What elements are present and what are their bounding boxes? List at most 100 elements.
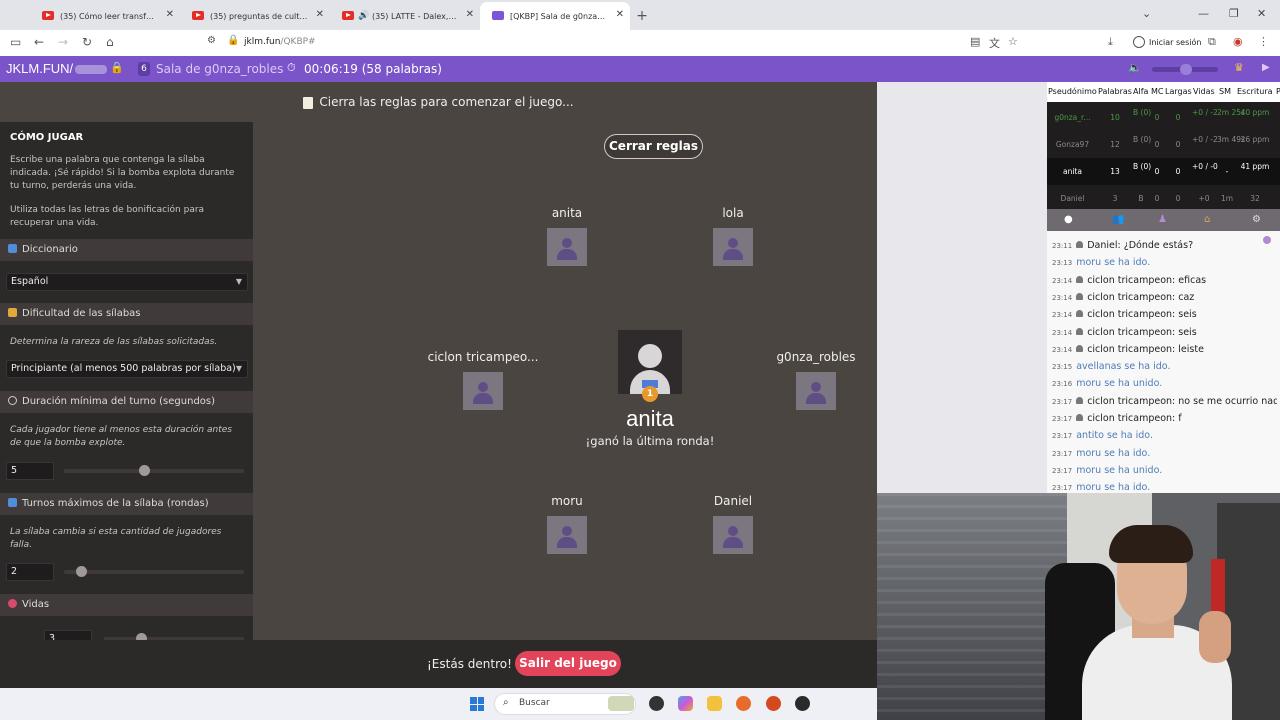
player-slot: Daniel — [673, 494, 793, 554]
stats-cell-escritura: 40 ppm — [1240, 108, 1270, 117]
obs-icon[interactable] — [795, 696, 810, 711]
difficulty-select[interactable]: Principiante (al menos 500 palabras por … — [6, 360, 248, 378]
lives-input[interactable]: 3 — [44, 630, 92, 640]
chat-text: moru se ha ido. — [1076, 447, 1151, 459]
settings-icon[interactable]: ⚙ — [1252, 214, 1261, 225]
chat-time: 23:17 — [1052, 484, 1073, 493]
browser-tab-3[interactable]: 🔊 (35) LATTE - Dalex, Lenny Ta ✕ — [330, 2, 480, 30]
forward-icon[interactable]: → — [58, 35, 68, 49]
stats-cell-sm: 2m 25s — [1217, 108, 1245, 117]
home-icon[interactable]: ⌂ — [106, 35, 114, 49]
chat-time: 23:17 — [1052, 432, 1073, 441]
download-icon[interactable]: ⤓ — [1108, 35, 1113, 49]
players-icon[interactable]: 👥 — [1112, 214, 1124, 225]
stats-row: anita 13 B (0) 0 0 +0 / -0-41 ppm — [1047, 158, 1280, 185]
room-title: Sala de g0nza_robles — [156, 62, 284, 76]
search-highlight-icon — [608, 696, 634, 711]
youtube-icon — [42, 11, 54, 20]
turns-input[interactable]: 2 — [6, 563, 54, 581]
difficulty-section-header: Dificultad de las sílabas — [0, 303, 253, 325]
windows-start-icon[interactable] — [470, 697, 484, 711]
chat-username[interactable]: ciclon tricampeon — [1087, 309, 1172, 320]
browser-tab-2[interactable]: (35) preguntas de cultura y min ✕ — [180, 2, 330, 30]
chat-message: 23:14 ciclon tricampeon: caz — [1052, 292, 1277, 303]
translate-icon[interactable]: 文 — [989, 35, 1000, 51]
sidebar-toggle-icon[interactable]: ▭ — [10, 35, 21, 49]
trophy-icon[interactable]: ♟ — [1158, 214, 1167, 225]
dictionary-select[interactable]: Español ▼ — [6, 273, 248, 291]
site-info-icon[interactable]: ⚙ — [207, 35, 216, 46]
close-window-icon[interactable]: ✕ — [1257, 7, 1266, 20]
player-name: anita — [551, 206, 583, 220]
close-icon[interactable]: ✕ — [316, 9, 324, 20]
stats-cell-largas: 0 — [1175, 140, 1181, 149]
leave-game-button[interactable]: Salir del juego — [515, 651, 621, 676]
column-header: Vidas — [1193, 87, 1215, 96]
address-text[interactable]: jklm.fun/QKBP# — [244, 37, 316, 47]
volume-icon[interactable]: 🔈 — [1128, 61, 1142, 74]
chat-username[interactable]: Daniel — [1087, 240, 1117, 251]
speaker-icon[interactable]: 🔊 — [358, 11, 369, 21]
reader-view-icon[interactable]: ▤ — [970, 35, 980, 48]
new-tab-button[interactable]: + — [630, 2, 654, 30]
stats-cell-alfa: B — [1138, 194, 1144, 203]
close-icon[interactable]: ✕ — [616, 9, 624, 20]
duration-input[interactable]: 5 — [6, 462, 54, 480]
back-icon[interactable]: ← — [34, 35, 44, 49]
minimize-icon[interactable]: — — [1198, 7, 1209, 20]
chat-username[interactable]: ciclon tricampeon — [1087, 275, 1172, 286]
chat-icon[interactable]: ● — [1064, 214, 1073, 225]
chat-time: 23:17 — [1052, 466, 1073, 475]
chat-time: 23:14 — [1052, 276, 1073, 285]
extension-badge-icon[interactable]: ◉ — [1233, 35, 1243, 48]
copilot-icon[interactable] — [678, 696, 693, 711]
player-name: ciclon tricampeo... — [427, 350, 539, 364]
slider-thumb[interactable] — [76, 566, 87, 577]
firefox-icon[interactable] — [736, 696, 751, 711]
section-label: Duración mínima del turno (segundos) — [22, 396, 216, 407]
chat-message: 23:13 moru se ha ido. — [1052, 257, 1277, 268]
chat-message: 23:16 moru se ha unido. — [1052, 378, 1277, 389]
address-bar[interactable] — [200, 33, 1030, 53]
chat-username[interactable]: ciclon tricampeon — [1087, 327, 1172, 338]
stopwatch-icon: ⏱ — [287, 61, 296, 74]
toggle-sidebar-icon[interactable]: ▶ — [1262, 62, 1270, 73]
duration-slider[interactable] — [64, 465, 244, 476]
stats-header-row: Pseudónimo Palabras Alfa MC Largas Vidas… — [1047, 82, 1280, 102]
turns-slider[interactable] — [64, 566, 244, 577]
crown-icon[interactable]: ♛ — [1234, 61, 1244, 74]
chat-time: 23:14 — [1052, 345, 1073, 354]
slider-thumb[interactable] — [136, 633, 147, 640]
rules-panel: CÓMO JUGAR Escribe una palabra que conte… — [0, 122, 253, 640]
browser-icon[interactable] — [766, 696, 781, 711]
menu-dots-icon[interactable]: ⋮ — [1258, 35, 1269, 48]
extensions-icon[interactable]: ⧉ — [1208, 35, 1216, 49]
close-icon[interactable]: ✕ — [466, 9, 474, 20]
close-icon[interactable]: ✕ — [166, 9, 174, 20]
chat-username[interactable]: ciclon tricampeon — [1087, 396, 1172, 407]
file-explorer-icon[interactable] — [707, 696, 722, 711]
house-icon[interactable]: ⌂ — [1204, 214, 1210, 225]
copilot-app-icon[interactable] — [649, 696, 664, 711]
slider-thumb[interactable] — [139, 465, 150, 476]
volume-slider-thumb[interactable] — [1180, 64, 1192, 75]
chat-time: 23:16 — [1052, 380, 1073, 389]
youtube-icon — [342, 11, 354, 20]
favorite-star-icon[interactable]: ☆ — [1008, 35, 1018, 48]
close-rules-button[interactable]: Cerrar reglas — [604, 134, 703, 159]
game-area: Cierra las reglas para comenzar el juego… — [0, 82, 877, 688]
chat-text: : ¿Dónde estás? — [1117, 240, 1194, 251]
chat-username[interactable]: ciclon tricampeon — [1087, 413, 1172, 424]
chat-text: : f — [1172, 413, 1182, 424]
site-brand[interactable]: JKLM.FUN/ — [6, 61, 108, 76]
chat-username[interactable]: ciclon tricampeon — [1087, 292, 1172, 303]
browser-tab-active[interactable]: [QKBP] Sala de g0nza_robles ✕ — [480, 2, 630, 30]
browser-tab-1[interactable]: (35) Cómo leer transforma el ce ✕ — [30, 2, 180, 30]
maximize-icon[interactable]: ❐ — [1229, 7, 1239, 20]
stats-cell-words: 13 — [1110, 167, 1120, 176]
chevron-down-icon[interactable]: ⌄ — [1142, 7, 1151, 20]
sign-in-button[interactable]: Iniciar sesión — [1133, 36, 1201, 48]
chat-username[interactable]: ciclon tricampeon — [1087, 344, 1172, 355]
reload-icon[interactable]: ↻ — [82, 35, 92, 49]
address-path: /QKBP# — [280, 37, 316, 47]
